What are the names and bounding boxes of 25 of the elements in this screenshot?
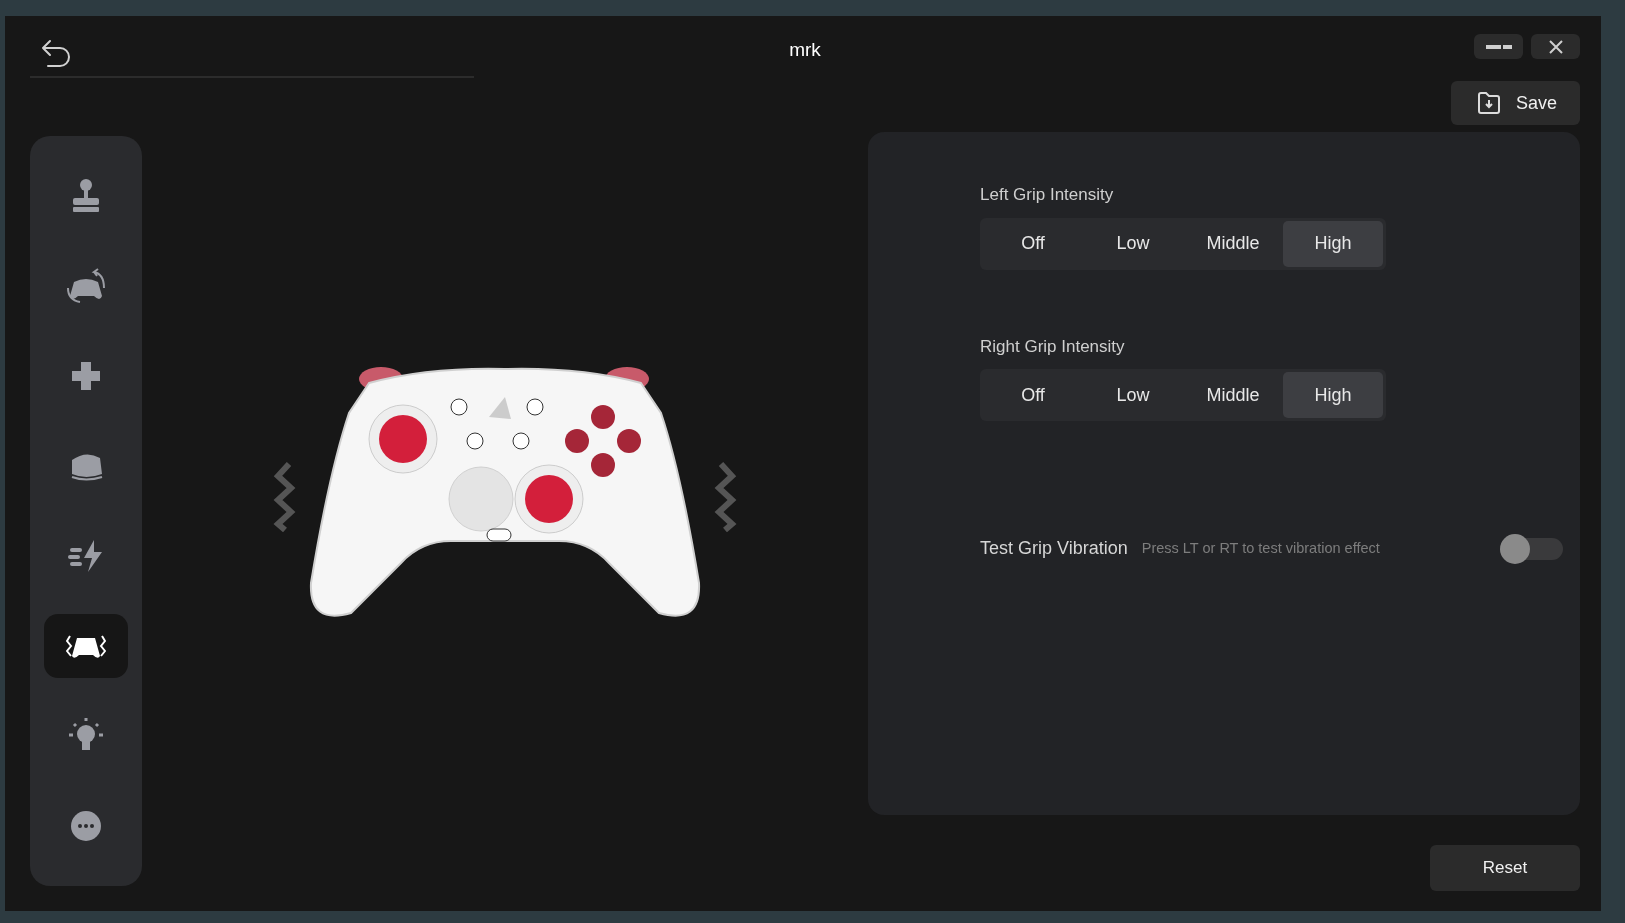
reset-button[interactable]: Reset bbox=[1430, 845, 1580, 891]
close-icon bbox=[1547, 38, 1564, 55]
minimize-icon bbox=[1485, 43, 1512, 50]
minimize-button[interactable] bbox=[1474, 34, 1523, 59]
zigzag-icon bbox=[713, 462, 737, 532]
folder-download-icon bbox=[1475, 90, 1502, 116]
zigzag-icon bbox=[273, 462, 297, 532]
setting-label: Right Grip Intensity bbox=[980, 335, 1126, 358]
segment-option[interactable]: Off bbox=[983, 220, 1083, 267]
segment-option[interactable]: Middle bbox=[1183, 372, 1283, 418]
gamepad-rotate-icon bbox=[66, 266, 106, 306]
segment-option[interactable]: Low bbox=[1083, 220, 1183, 267]
setting-label: Test Grip Vibration bbox=[980, 537, 1128, 560]
hint-text: Press LT or RT to test vibration effect bbox=[1141, 538, 1380, 558]
setting-label: Left Grip Intensity bbox=[980, 184, 1115, 206]
save-button[interactable]: Save bbox=[1450, 81, 1580, 125]
back-arrow-icon[interactable] bbox=[40, 38, 72, 68]
segment-option[interactable]: High bbox=[1283, 372, 1383, 418]
close-button[interactable] bbox=[1531, 34, 1580, 59]
window-title: mrk bbox=[789, 39, 821, 60]
sidebar-tab[interactable] bbox=[44, 614, 128, 678]
segment-option[interactable]: High bbox=[1283, 220, 1383, 267]
segment-option[interactable]: Low bbox=[1083, 372, 1183, 418]
segment-option[interactable]: Middle bbox=[1183, 220, 1283, 267]
segment-option[interactable]: Off bbox=[983, 372, 1083, 418]
